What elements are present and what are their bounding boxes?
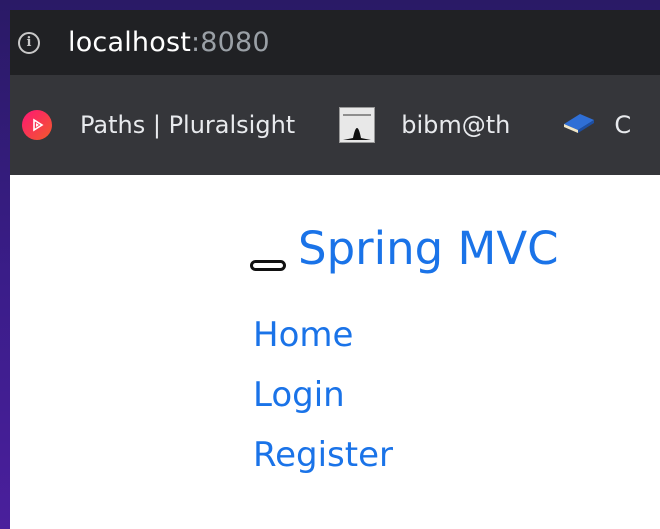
bookmark-label: bibm@th bbox=[401, 111, 511, 139]
nav-links: Home Login Register bbox=[253, 305, 393, 485]
nav-link-home[interactable]: Home bbox=[253, 305, 393, 365]
page-content: Spring MVC Home Login Register bbox=[10, 175, 660, 529]
url-text[interactable]: localhost:8080 bbox=[68, 27, 270, 58]
nav-link-login[interactable]: Login bbox=[253, 365, 393, 425]
bookmarks-bar: Paths | Pluralsight bibm@th C bbox=[10, 75, 660, 175]
bookmark-label: C bbox=[614, 111, 632, 139]
browser-window: i localhost:8080 Paths | Pluralsight bib… bbox=[10, 10, 660, 529]
bookmark-pluralsight[interactable]: Paths | Pluralsight bbox=[22, 110, 295, 140]
bookmark-bibmath[interactable]: bibm@th bbox=[307, 107, 510, 143]
address-bar[interactable]: i localhost:8080 bbox=[10, 10, 660, 75]
nav-item: Register bbox=[253, 425, 393, 485]
bookmark-label: Paths | Pluralsight bbox=[80, 111, 296, 139]
url-host: localhost bbox=[68, 27, 191, 58]
url-port: :8080 bbox=[191, 27, 270, 58]
broken-image-icon bbox=[250, 260, 286, 271]
brand-text: Spring MVC bbox=[298, 222, 559, 275]
bibmath-icon bbox=[339, 107, 376, 143]
nav-item: Home bbox=[253, 305, 393, 365]
navbar-brand[interactable]: Spring MVC bbox=[250, 223, 559, 275]
bookmark-c[interactable]: C bbox=[522, 110, 631, 140]
info-icon[interactable]: i bbox=[18, 31, 40, 54]
nav-item: Login bbox=[253, 365, 393, 425]
pluralsight-icon bbox=[22, 110, 52, 140]
nav-link-register[interactable]: Register bbox=[253, 425, 393, 485]
book-icon bbox=[562, 110, 596, 140]
